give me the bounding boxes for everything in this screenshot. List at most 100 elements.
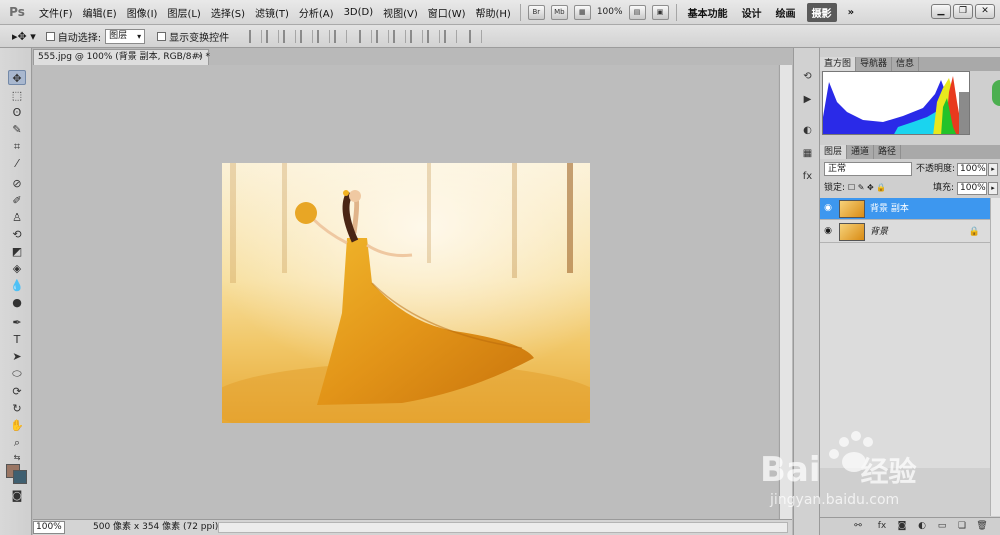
- auto-select-target-select[interactable]: 图层: [105, 28, 146, 44]
- swap-colors-icon[interactable]: ⇆: [8, 450, 26, 465]
- move-tool-icon[interactable]: ✥: [8, 70, 26, 85]
- auto-align-icon[interactable]: [469, 29, 483, 43]
- workspace-painting[interactable]: 绘画: [769, 5, 803, 20]
- menu-3d[interactable]: 3D(D): [339, 7, 379, 18]
- auto-select-checkbox[interactable]: [45, 31, 55, 41]
- pen-tool-icon[interactable]: ✒: [8, 315, 26, 330]
- status-zoom-field[interactable]: 100%: [33, 521, 65, 534]
- actions-panel-icon[interactable]: ▶: [800, 93, 815, 107]
- menu-select[interactable]: 选择(S): [206, 5, 250, 20]
- layer-row[interactable]: ◉ 背景 🔒: [820, 221, 990, 243]
- close-document-icon[interactable]: ✕: [195, 52, 205, 62]
- opacity-slider-button[interactable]: ▸: [988, 163, 998, 176]
- document-tab[interactable]: 555.jpg @ 100% (背景 副本, RGB/8#) * ✕: [33, 49, 210, 65]
- restore-button[interactable]: ❐: [953, 4, 973, 19]
- delete-layer-icon[interactable]: 🗑: [976, 520, 988, 532]
- tab-paths[interactable]: 路径: [874, 145, 902, 159]
- healing-brush-tool-icon[interactable]: ⊘: [8, 176, 26, 191]
- horizontal-scrollbar[interactable]: [218, 522, 788, 533]
- arrange-docs-button[interactable]: ▤: [628, 4, 646, 20]
- layer-name[interactable]: 背景: [870, 221, 888, 243]
- quick-mask-icon[interactable]: ◙: [8, 488, 26, 503]
- clone-stamp-tool-icon[interactable]: ♙: [8, 210, 26, 225]
- tab-channels[interactable]: 通道: [847, 145, 875, 159]
- dodge-tool-icon[interactable]: ●: [8, 295, 26, 310]
- screen-mode-button[interactable]: ▣: [651, 4, 669, 20]
- marquee-tool-icon[interactable]: ⬚: [8, 88, 26, 103]
- mini-bridge-button[interactable]: Mb: [550, 4, 568, 20]
- 3d-rotate-tool-icon[interactable]: ⟳: [8, 384, 26, 399]
- workspace-photography[interactable]: 摄影: [806, 2, 837, 22]
- menu-filter[interactable]: 滤镜(T): [250, 5, 294, 20]
- menu-help[interactable]: 帮助(H): [471, 5, 516, 20]
- menu-analysis[interactable]: 分析(A): [294, 5, 339, 20]
- hand-tool-icon[interactable]: ✋: [8, 418, 26, 433]
- adjustments-panel-icon[interactable]: ◐: [800, 124, 815, 138]
- quick-select-tool-icon[interactable]: ✎: [8, 122, 26, 137]
- eyedropper-tool-icon[interactable]: ⁄: [8, 156, 26, 171]
- tab-info[interactable]: 信息: [892, 57, 920, 71]
- bridge-button[interactable]: Br: [527, 4, 545, 20]
- status-document-info[interactable]: 500 像素 x 354 像素 (72 ppi): [93, 520, 218, 534]
- distribute-top-icon[interactable]: [359, 29, 373, 43]
- align-hcenter-icon[interactable]: [317, 29, 331, 43]
- crop-tool-icon[interactable]: ⌗: [8, 139, 26, 154]
- blur-tool-icon[interactable]: 💧: [8, 278, 26, 293]
- align-vcenter-icon[interactable]: [266, 29, 280, 43]
- lasso-tool-icon[interactable]: ʘ: [8, 105, 26, 120]
- brush-tool-icon[interactable]: ✐: [8, 193, 26, 208]
- lock-options-icon[interactable]: ☐ ✎ ✥ 🔒: [848, 179, 886, 197]
- document-image[interactable]: [222, 163, 590, 423]
- fill-field[interactable]: 100%: [957, 182, 987, 195]
- move-tool-preset-icon[interactable]: ▸✥ ▾: [12, 30, 36, 43]
- distribute-bottom-icon[interactable]: [393, 29, 407, 43]
- layer-row[interactable]: ◉ 背景 副本: [820, 198, 990, 220]
- type-tool-icon[interactable]: T: [8, 332, 26, 347]
- tab-histogram[interactable]: 直方图: [820, 57, 857, 71]
- distribute-left-icon[interactable]: [410, 29, 424, 43]
- menu-image[interactable]: 图像(I): [122, 5, 163, 20]
- layers-scrollbar[interactable]: [990, 198, 1000, 516]
- distribute-hcenter-icon[interactable]: [427, 29, 441, 43]
- gradient-tool-icon[interactable]: ◈: [8, 261, 26, 276]
- blend-mode-select[interactable]: 正常: [824, 162, 912, 176]
- workspace-more-button[interactable]: »: [841, 7, 861, 18]
- shape-tool-icon[interactable]: ⬭: [8, 366, 26, 381]
- opacity-field[interactable]: 100%: [957, 163, 987, 176]
- menu-view[interactable]: 视图(V): [378, 5, 423, 20]
- menu-layer[interactable]: 图层(L): [162, 5, 205, 20]
- visibility-eye-icon[interactable]: ◉: [823, 203, 833, 213]
- align-left-icon[interactable]: [300, 29, 314, 43]
- minimize-button[interactable]: ▁: [931, 4, 951, 19]
- 3d-orbit-tool-icon[interactable]: ↻: [8, 401, 26, 416]
- zoom-tool-icon[interactable]: ⌕: [8, 435, 26, 450]
- styles-panel-icon[interactable]: fx: [800, 170, 815, 184]
- app-logo: Ps: [9, 5, 25, 19]
- align-top-icon[interactable]: [249, 29, 263, 43]
- path-select-tool-icon[interactable]: ➤: [8, 349, 26, 364]
- workspace-design[interactable]: 设计: [735, 5, 769, 20]
- distribute-right-icon[interactable]: [444, 29, 458, 43]
- menu-window[interactable]: 窗口(W): [423, 5, 471, 20]
- fill-slider-button[interactable]: ▸: [988, 182, 998, 195]
- menu-file[interactable]: 文件(F): [34, 5, 78, 20]
- menu-edit[interactable]: 编辑(E): [78, 5, 122, 20]
- align-right-icon[interactable]: [334, 29, 348, 43]
- show-transform-checkbox[interactable]: [157, 31, 167, 41]
- distribute-vcenter-icon[interactable]: [376, 29, 390, 43]
- close-window-button[interactable]: ✕: [975, 4, 995, 19]
- tab-navigator[interactable]: 导航器: [856, 57, 893, 71]
- masks-panel-icon[interactable]: ▦: [800, 147, 815, 161]
- align-bottom-icon[interactable]: [283, 29, 297, 43]
- zoom-level-select[interactable]: 100%: [594, 7, 626, 17]
- history-brush-tool-icon[interactable]: ⟲: [8, 227, 26, 242]
- layer-name[interactable]: 背景 副本: [870, 198, 909, 220]
- lock-label: 锁定:: [824, 183, 846, 193]
- eraser-tool-icon[interactable]: ◩: [8, 244, 26, 259]
- view-extras-button[interactable]: ▦: [573, 4, 591, 20]
- workspace-essentials[interactable]: 基本功能: [681, 5, 735, 20]
- visibility-eye-icon[interactable]: ◉: [823, 226, 833, 236]
- history-panel-icon[interactable]: ⟲: [800, 70, 815, 84]
- background-color-swatch[interactable]: [13, 470, 27, 484]
- tab-layers[interactable]: 图层: [820, 145, 848, 159]
